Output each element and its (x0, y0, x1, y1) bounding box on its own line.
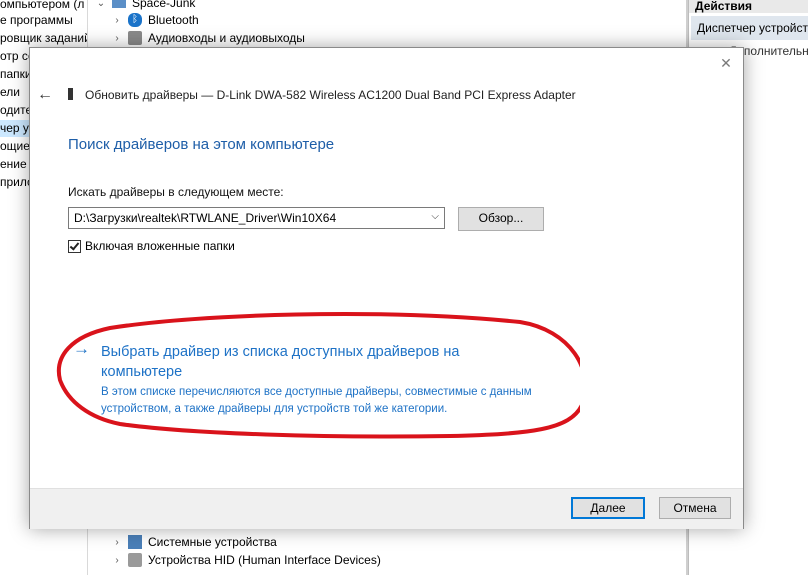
tree-node-label: Space-Junk (132, 0, 196, 10)
dialog-footer: Далее Отмена (30, 488, 743, 529)
next-button[interactable]: Далее (571, 497, 645, 519)
left-pane-item[interactable]: одите (0, 102, 32, 119)
hid-icon (128, 553, 142, 567)
update-drivers-dialog: ✕ ← Обновить драйверы — D-Link DWA-582 W… (29, 47, 744, 529)
network-adapter-icon (68, 88, 73, 100)
include-subfolders-option[interactable]: Включая вложенные папки (68, 239, 235, 253)
actions-item-device-manager[interactable]: Диспетчер устройств (691, 16, 808, 40)
left-pane-item[interactable]: е программы (0, 12, 73, 29)
chevron-right-icon[interactable]: › (110, 33, 124, 44)
tree-node-label: Системные устройства (148, 535, 277, 549)
computer-icon (112, 0, 126, 8)
tree-node-label: Устройства HID (Human Interface Devices) (148, 553, 381, 567)
chevron-right-icon[interactable]: › (110, 537, 124, 548)
arrow-right-icon[interactable]: → (73, 339, 90, 359)
page-heading: Поиск драйверов на этом компьютере (68, 136, 335, 153)
search-location-label: Искать драйверы в следующем месте: (68, 185, 284, 199)
tree-node-bluetooth[interactable]: › ᛒ Bluetooth (110, 11, 199, 29)
bluetooth-icon: ᛒ (128, 13, 142, 27)
tree-node-audio[interactable]: › Аудиовходы и аудиовыходы (110, 29, 305, 47)
left-pane-item[interactable]: ощие (0, 138, 30, 155)
tree-node-system-devices[interactable]: › Системные устройства (110, 533, 277, 551)
include-subfolders-checkbox[interactable] (68, 239, 81, 253)
tree-node-hid[interactable]: › Устройства HID (Human Interface Device… (110, 551, 381, 569)
actions-header: Действия (689, 0, 808, 13)
close-icon[interactable]: ✕ (719, 56, 733, 70)
speaker-icon (128, 31, 142, 45)
system-devices-icon (128, 535, 142, 549)
chevron-right-icon[interactable]: › (110, 555, 124, 566)
tree-node-label: Bluetooth (148, 13, 199, 27)
back-arrow-icon[interactable]: ← (37, 86, 53, 104)
chevron-right-icon[interactable]: › (110, 15, 124, 26)
cancel-button[interactable]: Отмена (659, 497, 731, 519)
left-pane-item[interactable]: ели (0, 84, 20, 101)
pick-driver-description: В этом списке перечисляются все доступны… (101, 386, 532, 415)
dialog-title: Обновить драйверы — D-Link DWA-582 Wirel… (85, 88, 576, 102)
chevron-down-icon[interactable]: ⌵ (431, 211, 439, 222)
pick-driver-link[interactable]: Выбрать драйвер из списка доступных драй… (101, 342, 521, 382)
driver-path-value[interactable]: D:\Загрузки\realtek\RTWLANE_Driver\Win10… (74, 211, 336, 225)
left-pane-item[interactable]: папки (0, 66, 32, 83)
include-subfolders-label[interactable]: Включая вложенные папки (85, 239, 235, 253)
left-pane-item[interactable]: ровщик заданий (0, 30, 87, 47)
browse-button[interactable]: Обзор... (458, 207, 544, 231)
tree-node-label: Аудиовходы и аудиовыходы (148, 31, 305, 45)
driver-path-combobox[interactable]: D:\Загрузки\realtek\RTWLANE_Driver\Win10… (68, 207, 445, 229)
chevron-down-icon[interactable]: ⌄ (94, 0, 108, 9)
